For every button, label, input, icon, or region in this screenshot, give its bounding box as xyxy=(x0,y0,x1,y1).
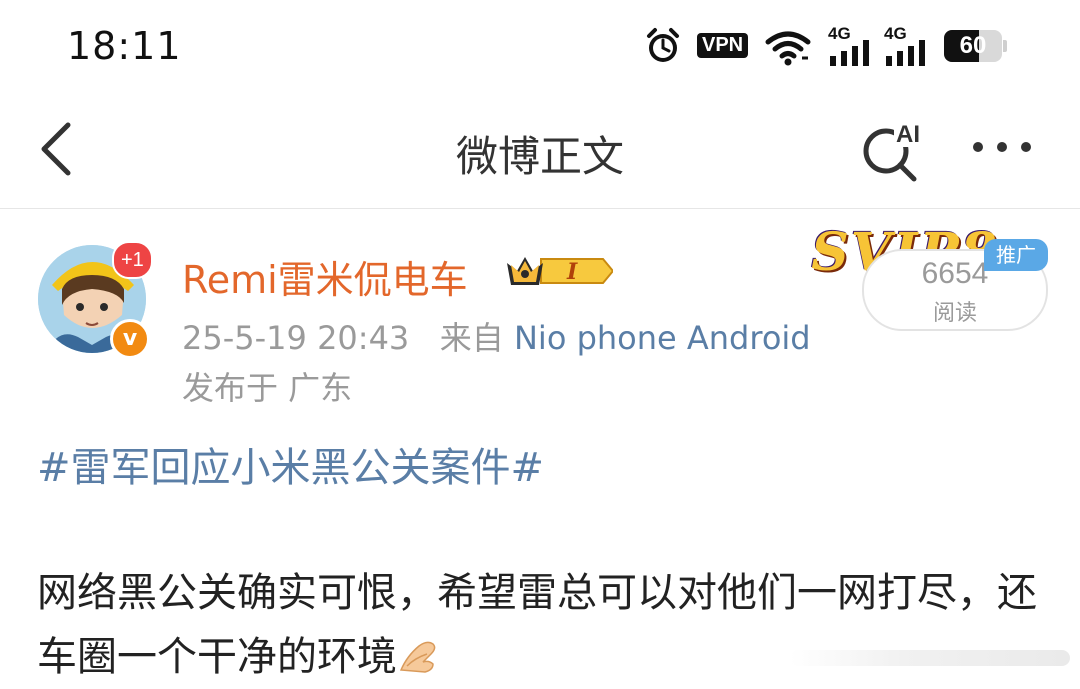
post-body: 网络黑公关确实可恨，希望雷总可以对他们一网打尽，还车圈一个干净的环境 xyxy=(37,561,1047,689)
status-bar: 18:11 VPN 4G 4G 60 xyxy=(0,0,1080,95)
more-dots-icon[interactable] xyxy=(970,135,1034,159)
vpn-indicator: VPN xyxy=(697,33,749,58)
alarm-clock-icon xyxy=(647,28,679,62)
status-time: 18:11 xyxy=(67,24,182,68)
folded-hands-emoji-icon xyxy=(399,641,436,673)
verified-badge-icon: v xyxy=(110,319,150,359)
wifi-icon xyxy=(765,31,811,66)
post-source-link[interactable]: Nio phone Android xyxy=(514,319,811,357)
signal-bars-icon xyxy=(886,40,925,66)
post-date: 25-5-19 20:43 xyxy=(182,319,410,357)
battery-level: 60 xyxy=(959,32,987,59)
battery-indicator: 60 xyxy=(944,30,1002,62)
battery-tip xyxy=(1003,40,1007,52)
signal-4g-2: 4G xyxy=(884,24,928,66)
notification-badge: +1 xyxy=(112,241,153,279)
hashtag-link[interactable]: #雷军回应小米黑公关案件# xyxy=(37,435,544,493)
post: +1 v Remi雷米侃电车 I 25-5-19 20:43 来自 Nio ph… xyxy=(0,209,1080,680)
post-location: 发布于 广东 xyxy=(182,369,353,407)
source-prefix: 来自 xyxy=(439,319,504,357)
horizontal-scroll-indicator xyxy=(790,650,1070,666)
post-meta: 25-5-19 20:43 来自 Nio phone Android xyxy=(182,313,811,359)
crown-level-text: I xyxy=(566,259,578,285)
ad-tag: 推广 xyxy=(984,239,1048,271)
signal-4g-1: 4G xyxy=(828,24,872,66)
signal-bars-icon xyxy=(830,40,869,66)
author-name[interactable]: Remi雷米侃电车 xyxy=(182,249,468,304)
ai-label: AI xyxy=(896,121,920,148)
crown-level-badge-icon[interactable]: I xyxy=(505,251,613,291)
ai-search-icon[interactable]: AI xyxy=(858,113,928,183)
read-label: 阅读 xyxy=(932,301,977,326)
nav-bar: 微博正文 AI xyxy=(0,95,1080,209)
